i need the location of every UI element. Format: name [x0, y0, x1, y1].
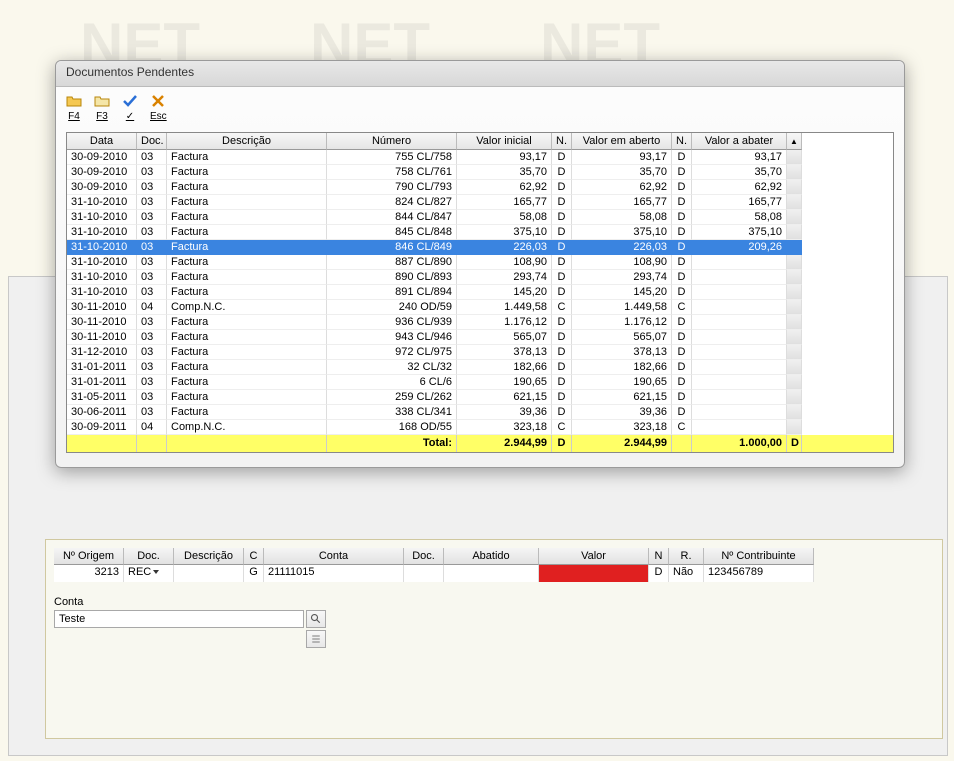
toolbar-esc-label: Esc — [150, 111, 167, 122]
col-n[interactable]: N — [649, 548, 669, 565]
toolbar-f3-button[interactable]: F3 — [94, 93, 110, 122]
table-row[interactable]: 30-09-201003Factura755 CL/75893,17D93,17… — [67, 150, 893, 165]
list-button[interactable] — [306, 630, 326, 648]
grid-body[interactable]: 30-09-201003Factura755 CL/75893,17D93,17… — [67, 150, 893, 435]
totals-vb: 1.000,00 — [692, 435, 787, 452]
conta-input[interactable] — [54, 610, 304, 628]
conta-label: Conta — [54, 596, 934, 608]
grid-totals-row: Total: 2.944,99 D 2.944,99 1.000,00 D — [67, 435, 893, 452]
table-row[interactable]: 31-10-201003Factura844 CL/84758,08D58,08… — [67, 210, 893, 225]
dropdown-icon[interactable] — [153, 570, 159, 574]
close-icon — [150, 93, 166, 109]
hdr-n2[interactable]: N. — [672, 133, 692, 150]
table-row[interactable]: 31-12-201003Factura972 CL/975378,13D378,… — [67, 345, 893, 360]
table-row[interactable]: 30-09-201003Factura758 CL/76135,70D35,70… — [67, 165, 893, 180]
bottom-grid-header: Nº Origem Doc. Descrição C Conta Doc. Ab… — [54, 548, 934, 565]
toolbar-esc-button[interactable]: Esc — [150, 93, 167, 122]
col-descricao[interactable]: Descrição — [174, 548, 244, 565]
dialog-title[interactable]: Documentos Pendentes — [56, 61, 904, 87]
totals-va: 2.944,99 — [572, 435, 672, 452]
bottom-section: Nº Origem Doc. Descrição C Conta Doc. Ab… — [45, 539, 943, 739]
list-icon — [310, 633, 322, 645]
hdr-valor-a-abater[interactable]: Valor a abater — [692, 133, 787, 150]
col-c[interactable]: C — [244, 548, 264, 565]
table-row[interactable]: 30-11-201003Factura936 CL/9391.176,12D1.… — [67, 315, 893, 330]
cell-contrib[interactable]: 123456789 — [704, 565, 814, 582]
hdr-numero[interactable]: Número — [327, 133, 457, 150]
hdr-valor-inicial[interactable]: Valor inicial — [457, 133, 552, 150]
documents-grid: Data Doc. Descrição Número Valor inicial… — [66, 132, 894, 453]
hdr-data[interactable]: Data — [67, 133, 137, 150]
hdr-valor-em-aberto[interactable]: Valor em aberto — [572, 133, 672, 150]
table-row[interactable]: 31-05-201103Factura259 CL/262621,15D621,… — [67, 390, 893, 405]
hdr-doc[interactable]: Doc. — [137, 133, 167, 150]
folder-open-icon — [66, 93, 82, 109]
col-doc[interactable]: Doc. — [124, 548, 174, 565]
cell-doc[interactable]: REC — [124, 565, 174, 582]
toolbar-f4-button[interactable]: F4 — [66, 93, 82, 122]
cell-descricao[interactable] — [174, 565, 244, 582]
scroll-up-icon[interactable]: ▲ — [787, 133, 802, 150]
cell-c[interactable]: G — [244, 565, 264, 582]
col-r[interactable]: R. — [669, 548, 704, 565]
totals-vi: 2.944,99 — [457, 435, 552, 452]
bottom-grid-row[interactable]: 3213 REC G 21111015 D Não 123456789 — [54, 565, 934, 582]
table-row[interactable]: 30-11-201003Factura943 CL/946565,07D565,… — [67, 330, 893, 345]
toolbar-f3-label: F3 — [96, 111, 108, 122]
table-row[interactable]: 31-10-201003Factura846 CL/849226,03D226,… — [67, 240, 893, 255]
toolbar-ok-button[interactable]: ✓ — [122, 93, 138, 122]
cell-n-origem[interactable]: 3213 — [54, 565, 124, 582]
lookup-button[interactable] — [306, 610, 326, 628]
table-row[interactable]: 31-10-201003Factura824 CL/827165,77D165,… — [67, 195, 893, 210]
check-icon — [122, 93, 138, 109]
table-row[interactable]: 31-10-201003Factura887 CL/890108,90D108,… — [67, 255, 893, 270]
hdr-descricao[interactable]: Descrição — [167, 133, 327, 150]
col-contrib[interactable]: Nº Contribuinte — [704, 548, 814, 565]
table-row[interactable]: 31-10-201003Factura890 CL/893293,74D293,… — [67, 270, 893, 285]
table-row[interactable]: 31-01-201103Factura32 CL/32182,66D182,66… — [67, 360, 893, 375]
table-row[interactable]: 30-06-201103Factura338 CL/34139,36D39,36… — [67, 405, 893, 420]
table-row[interactable]: 30-09-201003Factura790 CL/79362,92D62,92… — [67, 180, 893, 195]
totals-n1: D — [552, 435, 572, 452]
table-row[interactable]: 31-10-201003Factura891 CL/894145,20D145,… — [67, 285, 893, 300]
col-valor[interactable]: Valor — [539, 548, 649, 565]
totals-label: Total: — [327, 435, 457, 452]
cell-n[interactable]: D — [649, 565, 669, 582]
col-abatido[interactable]: Abatido — [444, 548, 539, 565]
dialog-toolbar: F4 F3 ✓ Esc — [56, 87, 904, 124]
table-row[interactable]: 31-01-201103Factura6 CL/6190,65D190,65D — [67, 375, 893, 390]
magnifier-icon — [310, 613, 322, 625]
hdr-n1[interactable]: N. — [552, 133, 572, 150]
toolbar-ok-label: ✓ — [126, 111, 134, 122]
cell-r[interactable]: Não — [669, 565, 704, 582]
col-conta[interactable]: Conta — [264, 548, 404, 565]
table-row[interactable]: 30-11-201004Comp.N.C.240 OD/591.449,58C1… — [67, 300, 893, 315]
cell-conta[interactable]: 21111015 — [264, 565, 404, 582]
cell-abatido[interactable] — [444, 565, 539, 582]
col-doc2[interactable]: Doc. — [404, 548, 444, 565]
documentos-pendentes-dialog: Documentos Pendentes F4 F3 ✓ Esc Data Do… — [55, 60, 905, 468]
table-row[interactable]: 31-10-201003Factura845 CL/848375,10D375,… — [67, 225, 893, 240]
cell-valor[interactable] — [539, 565, 649, 582]
table-row[interactable]: 30-09-201104Comp.N.C.168 OD/55323,18C323… — [67, 420, 893, 435]
conta-group: Conta — [54, 596, 934, 648]
totals-n3: D — [787, 435, 802, 452]
cell-doc2[interactable] — [404, 565, 444, 582]
toolbar-f4-label: F4 — [68, 111, 80, 122]
folder-icon — [94, 93, 110, 109]
grid-header: Data Doc. Descrição Número Valor inicial… — [67, 133, 893, 150]
col-n-origem[interactable]: Nº Origem — [54, 548, 124, 565]
